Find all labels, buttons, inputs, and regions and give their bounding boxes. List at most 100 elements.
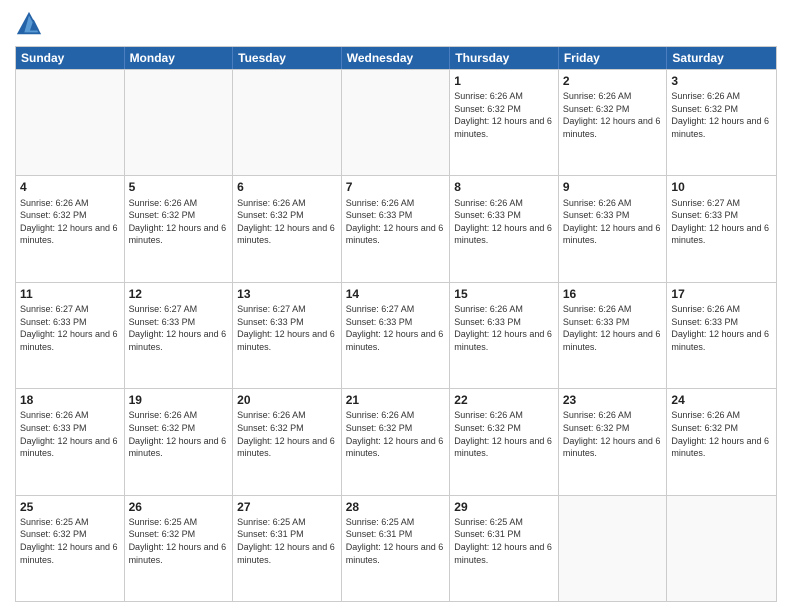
calendar-row-3: 11Sunrise: 6:27 AMSunset: 6:33 PMDayligh… [16, 282, 776, 388]
logo [15, 10, 47, 38]
calendar-cell: 9 Sunrise: 6:26 AMSunset: 6:33 PMDaylight… [559, 176, 668, 281]
cell-info: Sunrise: 6:26 AMSunset: 6:33 PMDaylight:… [20, 409, 120, 459]
day-number: 12 [129, 286, 229, 302]
day-number: 23 [563, 392, 663, 408]
day-number: 2 [563, 73, 663, 89]
cell-info: Sunrise: 6:26 AMSunset: 6:32 PMDaylight:… [237, 409, 337, 459]
calendar-cell: 7Sunrise: 6:26 AMSunset: 6:33 PMDaylight… [342, 176, 451, 281]
cell-info: Sunrise: 6:26 AMSunset: 6:32 PMDaylight:… [454, 409, 554, 459]
cell-info: Sunrise: 6:26 AMSunset: 6:32 PMDaylight:… [454, 90, 554, 140]
calendar-cell: 19Sunrise: 6:26 AMSunset: 6:32 PMDayligh… [125, 389, 234, 494]
header-cell-tuesday: Tuesday [233, 47, 342, 69]
calendar-row-1: 1Sunrise: 6:26 AMSunset: 6:32 PMDaylight… [16, 69, 776, 175]
calendar-cell: 29Sunrise: 6:25 AMSunset: 6:31 PMDayligh… [450, 496, 559, 601]
day-number: 11 [20, 286, 120, 302]
calendar-cell: 13Sunrise: 6:27 AMSunset: 6:33 PMDayligh… [233, 283, 342, 388]
day-number: 13 [237, 286, 337, 302]
calendar-cell: 24Sunrise: 6:26 AMSunset: 6:32 PMDayligh… [667, 389, 776, 494]
day-number: 7 [346, 179, 446, 195]
day-number: 14 [346, 286, 446, 302]
calendar-cell: 3Sunrise: 6:26 AMSunset: 6:32 PMDaylight… [667, 70, 776, 175]
cell-info: Sunrise: 6:27 AMSunset: 6:33 PMDaylight:… [129, 303, 229, 353]
day-number: 1 [454, 73, 554, 89]
day-number: 21 [346, 392, 446, 408]
header-cell-wednesday: Wednesday [342, 47, 451, 69]
day-number: 9 [563, 179, 663, 195]
day-number: 27 [237, 499, 337, 515]
calendar-cell: 18Sunrise: 6:26 AMSunset: 6:33 PMDayligh… [16, 389, 125, 494]
cell-info: Sunrise: 6:25 AMSunset: 6:31 PMDaylight:… [346, 516, 446, 566]
calendar-row-4: 18Sunrise: 6:26 AMSunset: 6:33 PMDayligh… [16, 388, 776, 494]
cell-info: Sunrise: 6:25 AMSunset: 6:31 PMDaylight:… [237, 516, 337, 566]
calendar-cell: 11Sunrise: 6:27 AMSunset: 6:33 PMDayligh… [16, 283, 125, 388]
calendar-cell: 2Sunrise: 6:26 AMSunset: 6:32 PMDaylight… [559, 70, 668, 175]
cell-info: Sunrise: 6:25 AMSunset: 6:32 PMDaylight:… [20, 516, 120, 566]
calendar-cell: 8Sunrise: 6:26 AMSunset: 6:33 PMDaylight… [450, 176, 559, 281]
header-cell-thursday: Thursday [450, 47, 559, 69]
day-number: 16 [563, 286, 663, 302]
calendar-cell: 26Sunrise: 6:25 AMSunset: 6:32 PMDayligh… [125, 496, 234, 601]
day-number: 10 [671, 179, 772, 195]
day-number: 28 [346, 499, 446, 515]
cell-info: Sunrise: 6:26 AMSunset: 6:33 PMDaylight:… [454, 303, 554, 353]
day-number: 22 [454, 392, 554, 408]
cell-info: Sunrise: 6:26 AMSunset: 6:32 PMDaylight:… [671, 90, 772, 140]
calendar-cell: 15Sunrise: 6:26 AMSunset: 6:33 PMDayligh… [450, 283, 559, 388]
cell-info: Sunrise: 6:26 AMSunset: 6:32 PMDaylight:… [563, 90, 663, 140]
calendar-cell: 21Sunrise: 6:26 AMSunset: 6:32 PMDayligh… [342, 389, 451, 494]
calendar-body: 1Sunrise: 6:26 AMSunset: 6:32 PMDaylight… [16, 69, 776, 601]
day-number: 3 [671, 73, 772, 89]
cell-info: Sunrise: 6:26 AMSunset: 6:32 PMDaylight:… [237, 197, 337, 247]
day-number: 6 [237, 179, 337, 195]
calendar-cell: 25Sunrise: 6:25 AMSunset: 6:32 PMDayligh… [16, 496, 125, 601]
calendar: SundayMondayTuesdayWednesdayThursdayFrid… [15, 46, 777, 602]
header-cell-sunday: Sunday [16, 47, 125, 69]
calendar-cell: 28Sunrise: 6:25 AMSunset: 6:31 PMDayligh… [342, 496, 451, 601]
day-number: 29 [454, 499, 554, 515]
cell-info: Sunrise: 6:26 AMSunset: 6:33 PMDaylight:… [563, 303, 663, 353]
calendar-cell: 5Sunrise: 6:26 AMSunset: 6:32 PMDaylight… [125, 176, 234, 281]
day-number: 18 [20, 392, 120, 408]
cell-info: Sunrise: 6:27 AMSunset: 6:33 PMDaylight:… [20, 303, 120, 353]
calendar-cell: 10 Sunrise: 6:27 AMSunset: 6:33 PMDayligh… [667, 176, 776, 281]
cell-info: Sunrise: 6:27 AMSunset: 6:33 PMDaylight:… [346, 303, 446, 353]
cell-info: Sunrise: 6:25 AMSunset: 6:31 PMDaylight:… [454, 516, 554, 566]
cell-info: Sunrise: 6:25 AMSunset: 6:32 PMDaylight:… [129, 516, 229, 566]
cell-info: Sunrise: 6:27 AMSunset: 6:33 PMDaylight:… [671, 197, 772, 247]
cell-info: Sunrise: 6:26 AMSunset: 6:32 PMDaylight:… [129, 409, 229, 459]
calendar-header: SundayMondayTuesdayWednesdayThursdayFrid… [16, 47, 776, 69]
calendar-cell: 1Sunrise: 6:26 AMSunset: 6:32 PMDaylight… [450, 70, 559, 175]
day-number: 26 [129, 499, 229, 515]
logo-icon [15, 10, 43, 38]
cell-info: Sunrise: 6:26 AMSunset: 6:33 PMDaylight:… [454, 197, 554, 247]
calendar-cell: 17Sunrise: 6:26 AMSunset: 6:33 PMDayligh… [667, 283, 776, 388]
cell-info: Sunrise: 6:26 AMSunset: 6:33 PMDaylight:… [563, 197, 663, 247]
header-cell-monday: Monday [125, 47, 234, 69]
calendar-cell: 14Sunrise: 6:27 AMSunset: 6:33 PMDayligh… [342, 283, 451, 388]
calendar-cell [16, 70, 125, 175]
calendar-cell: 22Sunrise: 6:26 AMSunset: 6:32 PMDayligh… [450, 389, 559, 494]
calendar-cell: 20Sunrise: 6:26 AMSunset: 6:32 PMDayligh… [233, 389, 342, 494]
cell-info: Sunrise: 6:26 AMSunset: 6:32 PMDaylight:… [346, 409, 446, 459]
header [15, 10, 777, 38]
page: SundayMondayTuesdayWednesdayThursdayFrid… [0, 0, 792, 612]
calendar-row-5: 25Sunrise: 6:25 AMSunset: 6:32 PMDayligh… [16, 495, 776, 601]
header-cell-saturday: Saturday [667, 47, 776, 69]
header-cell-friday: Friday [559, 47, 668, 69]
calendar-cell: 27Sunrise: 6:25 AMSunset: 6:31 PMDayligh… [233, 496, 342, 601]
calendar-cell [233, 70, 342, 175]
calendar-cell [342, 70, 451, 175]
calendar-cell: 4Sunrise: 6:26 AMSunset: 6:32 PMDaylight… [16, 176, 125, 281]
calendar-cell [559, 496, 668, 601]
calendar-cell: 16Sunrise: 6:26 AMSunset: 6:33 PMDayligh… [559, 283, 668, 388]
calendar-cell: 12Sunrise: 6:27 AMSunset: 6:33 PMDayligh… [125, 283, 234, 388]
calendar-cell [667, 496, 776, 601]
day-number: 24 [671, 392, 772, 408]
day-number: 15 [454, 286, 554, 302]
cell-info: Sunrise: 6:26 AMSunset: 6:32 PMDaylight:… [20, 197, 120, 247]
cell-info: Sunrise: 6:26 AMSunset: 6:32 PMDaylight:… [671, 409, 772, 459]
calendar-row-2: 4Sunrise: 6:26 AMSunset: 6:32 PMDaylight… [16, 175, 776, 281]
cell-info: Sunrise: 6:26 AMSunset: 6:33 PMDaylight:… [671, 303, 772, 353]
calendar-cell [125, 70, 234, 175]
day-number: 20 [237, 392, 337, 408]
